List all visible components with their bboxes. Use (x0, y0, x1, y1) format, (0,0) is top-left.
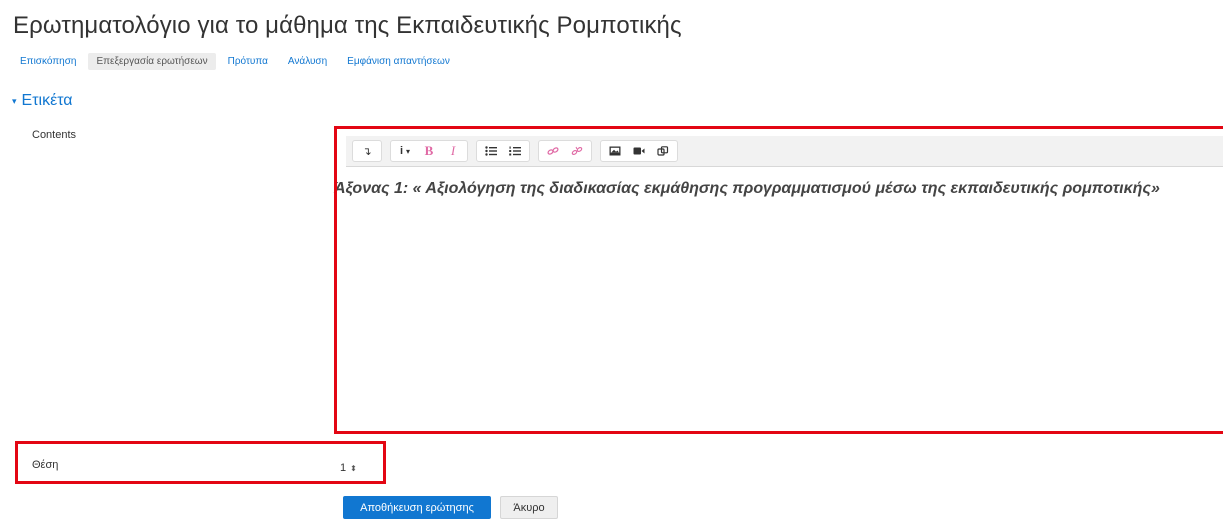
link-icon[interactable] (541, 141, 565, 161)
tab-edit-questions[interactable]: Επεξεργασία ερωτήσεων (88, 52, 216, 70)
highlight-box-position (15, 441, 386, 484)
rich-text-editor: ↴ i ▾ B I Άξονας 1: « Αξιολόγηση της δια… (334, 136, 1223, 434)
show-more-buttons-icon[interactable]: ↴ (355, 141, 379, 161)
page-title: Ερωτηματολόγιο για το μάθημα της Εκπαιδε… (13, 12, 682, 39)
editor-toolbar: ↴ i ▾ B I (346, 136, 1223, 167)
tab-bar: Επισκόπηση Επεξεργασία ερωτήσεων Πρότυπα… (12, 51, 462, 71)
unordered-list-icon[interactable] (479, 141, 503, 161)
unlink-icon[interactable] (565, 141, 589, 161)
collapse-caret-icon: ▾ (12, 95, 17, 106)
position-select[interactable]: 1 ⬍ (340, 459, 370, 477)
tab-analysis[interactable]: Ανάλυση (280, 53, 335, 70)
cancel-button[interactable]: Άκυρο (500, 496, 558, 519)
select-arrows-icon: ⬍ (350, 463, 357, 473)
section-title: Ετικέτα (21, 92, 73, 109)
tab-overview[interactable]: Επισκόπηση (12, 53, 84, 70)
tab-templates[interactable]: Πρότυπα (220, 53, 276, 70)
info-icon: i (399, 145, 404, 157)
editor-content[interactable]: Άξονας 1: « Αξιολόγηση της διαδικασίας ε… (334, 180, 1194, 197)
italic-button[interactable]: I (441, 141, 465, 161)
bold-button[interactable]: B (417, 141, 441, 161)
position-label: Θέση (32, 459, 59, 471)
position-select-value: 1 (340, 462, 347, 474)
video-icon[interactable] (627, 141, 651, 161)
save-question-button[interactable]: Αποθήκευση ερώτησης (343, 496, 491, 519)
ordered-list-icon[interactable] (503, 141, 527, 161)
manage-files-icon[interactable] (651, 141, 675, 161)
image-icon[interactable] (603, 141, 627, 161)
contents-label: Contents (32, 129, 77, 141)
chevron-down-icon: ▾ (406, 146, 411, 156)
section-header-label[interactable]: ▾ Ετικέτα (12, 92, 73, 110)
paragraph-styles-button[interactable]: i ▾ (393, 141, 417, 161)
tab-view-responses[interactable]: Εμφάνιση απαντήσεων (339, 53, 458, 70)
